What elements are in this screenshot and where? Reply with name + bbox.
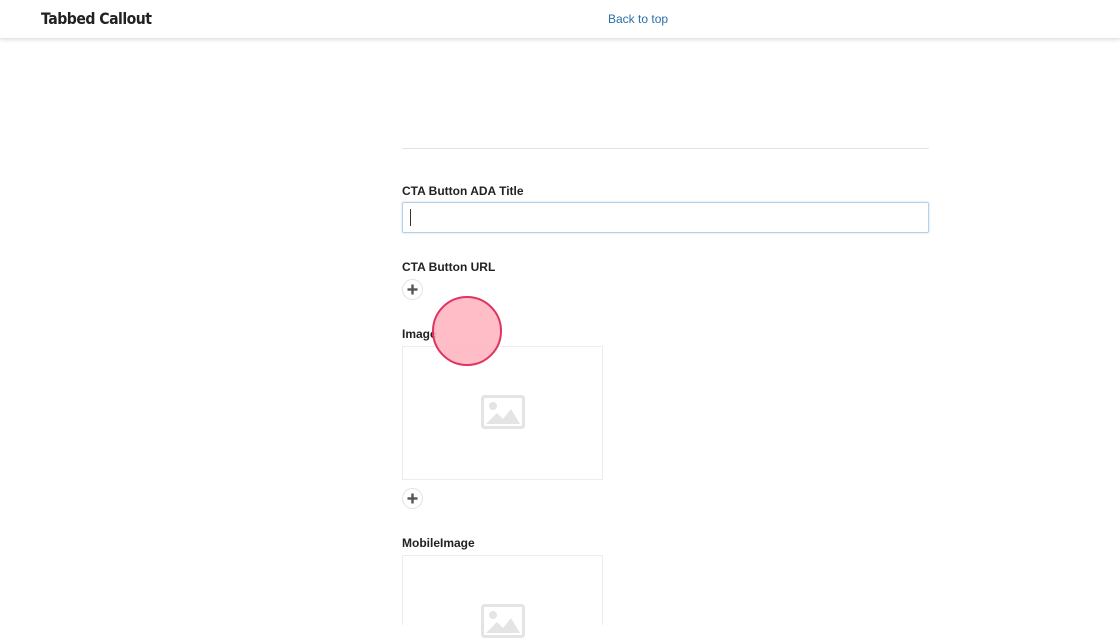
page-title: Tabbed Callout <box>41 9 152 28</box>
cta-ada-title-input[interactable] <box>402 202 929 233</box>
section-divider <box>402 148 929 149</box>
plus-icon <box>407 493 418 504</box>
add-cta-url-button[interactable] <box>402 279 423 300</box>
top-bar: Tabbed Callout Back to top <box>0 0 1120 39</box>
mobile-image-label: MobileImage <box>402 536 475 550</box>
mobile-image-dropzone[interactable] <box>402 555 603 638</box>
image-placeholder-icon <box>481 395 525 429</box>
cta-ada-title-label: CTA Button ADA Title <box>402 184 524 198</box>
image-dropzone[interactable] <box>402 346 603 480</box>
add-image-button[interactable] <box>402 488 423 509</box>
cta-url-label: CTA Button URL <box>402 260 496 274</box>
plus-icon <box>407 284 418 295</box>
click-indicator <box>432 296 502 366</box>
image-placeholder-icon <box>481 604 525 638</box>
back-to-top-link[interactable]: Back to top <box>608 12 668 26</box>
text-caret <box>410 209 411 226</box>
